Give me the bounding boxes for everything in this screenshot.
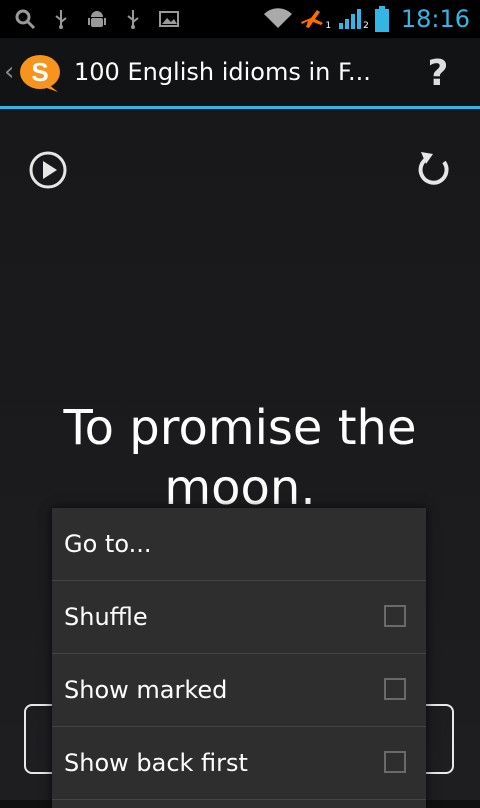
restart-button[interactable] <box>412 148 454 190</box>
app-logo[interactable]: S <box>18 54 62 94</box>
overflow-menu: Go to... Shuffle Show marked Show back f… <box>52 508 426 808</box>
menu-item-show-marked[interactable]: Show marked <box>52 654 426 727</box>
menu-item-label: Shuffle <box>64 603 148 631</box>
menu-item-label: Go to... <box>64 530 152 558</box>
battery-icon <box>374 6 389 32</box>
shuffle-checkbox[interactable] <box>384 605 406 627</box>
sim1-label: 1 <box>325 21 332 31</box>
menu-item-label: Show back first <box>64 749 248 777</box>
signal-icon <box>337 8 363 30</box>
refresh-icon <box>418 152 449 185</box>
menu-item-go-to[interactable]: Go to... <box>52 508 426 581</box>
up-chevron-icon[interactable]: ‹ <box>4 57 14 87</box>
help-button[interactable]: ? <box>416 52 460 96</box>
menu-item-show-back-first[interactable]: Show back first <box>52 727 426 800</box>
status-bar: 1 2 18:16 <box>0 0 480 38</box>
menu-item-shuffle[interactable]: Shuffle <box>52 581 426 654</box>
wifi-icon <box>263 8 293 30</box>
clock: 18:16 <box>400 5 470 33</box>
android-debug-icon <box>86 8 108 30</box>
menu-item-label: Show marked <box>64 676 228 704</box>
search-icon <box>14 8 36 30</box>
show-marked-checkbox[interactable] <box>384 678 406 700</box>
show-back-first-checkbox[interactable] <box>384 751 406 773</box>
airplane-mode-icon <box>299 8 325 30</box>
usb-icon <box>122 8 144 30</box>
image-icon <box>158 8 180 30</box>
logo-letter: S <box>31 57 48 87</box>
flashcard-text[interactable]: To promise the moon. <box>20 398 460 518</box>
usb-icon <box>50 8 72 30</box>
page-title: 100 English idioms in F... <box>74 58 371 86</box>
sim2-label: 2 <box>363 21 369 31</box>
play-audio-button[interactable] <box>28 150 68 190</box>
play-icon <box>29 151 67 189</box>
